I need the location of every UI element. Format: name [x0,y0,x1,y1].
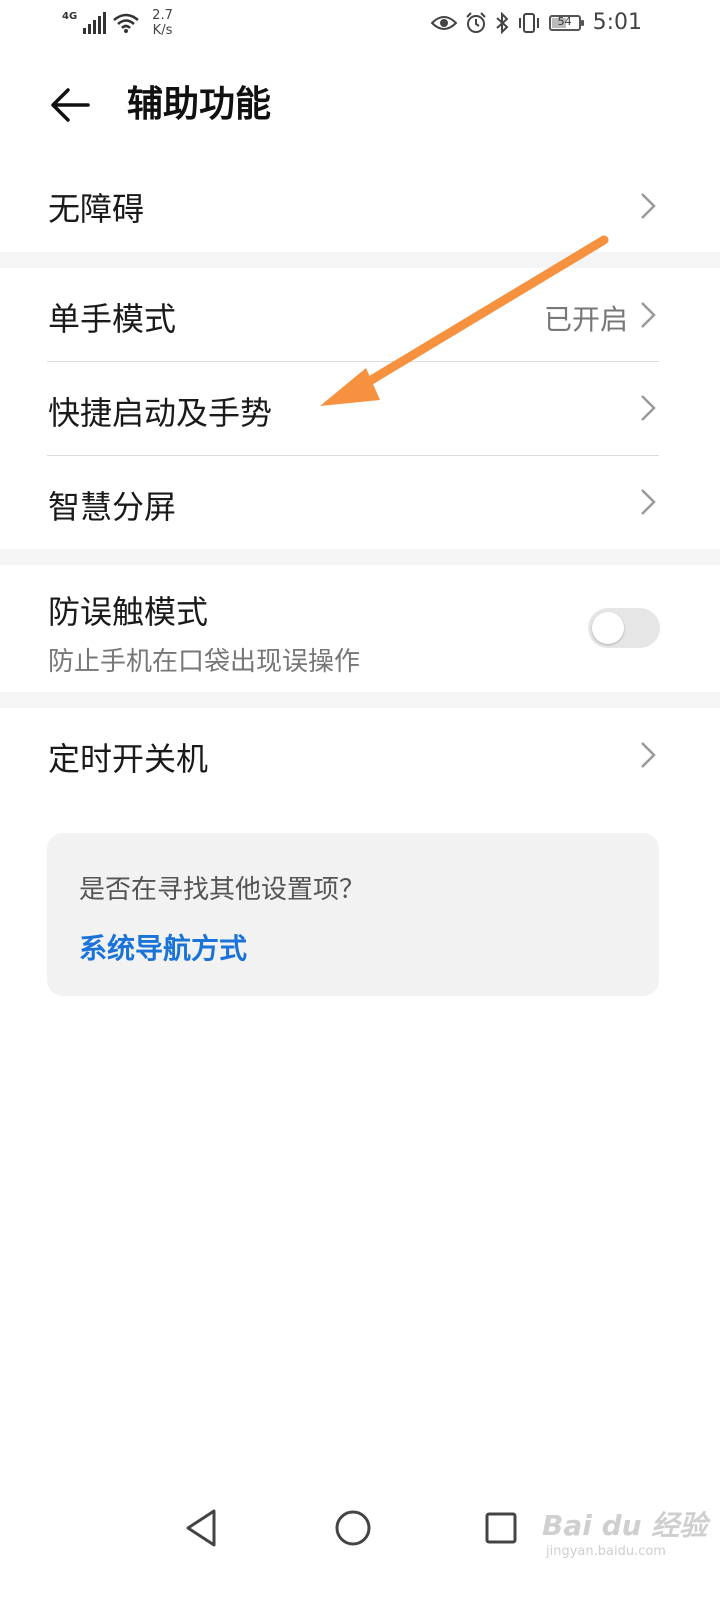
section-gap [0,252,720,268]
row-label: 智慧分屏 [48,488,177,526]
suggestion-question: 是否在寻找其他设置项？ [79,875,366,905]
nav-recents-button[interactable] [478,1505,524,1551]
row-one-hand-mode[interactable]: 单手模式 已开启 [0,268,720,361]
battery-icon: 54 [548,14,584,31]
page-title: 辅助功能 [127,84,272,125]
mistouch-toggle[interactable] [588,608,660,648]
network-speed: 2.7 K/s [152,8,173,38]
row-label: 快捷启动及手势 [48,394,273,432]
network-type: 4G [62,11,78,22]
row-mistouch-prevention: 防误触模式 防止手机在口袋出现误操作 [0,565,720,692]
eye-comfort-icon [430,15,457,30]
back-button[interactable] [48,82,94,128]
watermark-brand: Bai du 经验 [542,1509,708,1542]
nav-back-button[interactable] [180,1505,226,1551]
row-shortcuts-gestures[interactable]: 快捷启动及手势 [0,362,720,455]
nav-home-button[interactable] [330,1505,376,1551]
toggle-knob [592,612,624,644]
back-arrow-icon [51,88,90,122]
row-scheduled-power[interactable]: 定时开关机 [0,708,720,804]
baidu-watermark: Bai du 经验 jingyan.baidu.com [542,1498,712,1578]
chevron-right-icon [641,302,656,328]
suggestion-card: 是否在寻找其他设置项？ 系统导航方式 [47,833,659,996]
row-subtitle: 防止手机在口袋出现误操作 [48,647,361,677]
clock: 5:01 [592,10,642,35]
app-header: 辅助功能 [0,70,720,140]
square-recents-icon [485,1512,517,1544]
speed-unit: K/s [152,23,173,38]
status-right: 54 5:01 [430,10,642,35]
chevron-right-icon [641,193,656,219]
row-value: 已开启 [543,303,628,336]
alarm-icon [465,11,486,33]
row-smart-split-screen[interactable]: 智慧分屏 [0,456,720,549]
triangle-back-icon [186,1509,216,1547]
chevron-right-icon [641,395,656,421]
chevron-right-icon [641,489,656,515]
signal-icon [83,12,107,34]
battery-level: 54 [557,14,572,28]
chevron-right-icon [641,742,656,768]
row-label: 防误触模式 [48,593,209,631]
row-accessibility[interactable]: 无障碍 [0,160,720,252]
status-bar: 4G 2.7 K/s 54 5:01 [0,0,720,50]
status-left: 4G 2.7 K/s [62,8,173,38]
watermark-domain: jingyan.baidu.com [546,1544,666,1559]
row-label: 定时开关机 [48,740,209,778]
system-navigation-link[interactable]: 系统导航方式 [79,927,247,967]
bluetooth-icon [495,11,509,34]
section-gap [0,692,720,708]
vibrate-icon [518,12,539,33]
row-label: 单手模式 [48,300,177,338]
row-label: 无障碍 [48,190,145,228]
wifi-icon [113,13,139,33]
section-gap [0,549,720,565]
speed-value: 2.7 [152,8,173,23]
circle-home-icon [335,1510,371,1546]
